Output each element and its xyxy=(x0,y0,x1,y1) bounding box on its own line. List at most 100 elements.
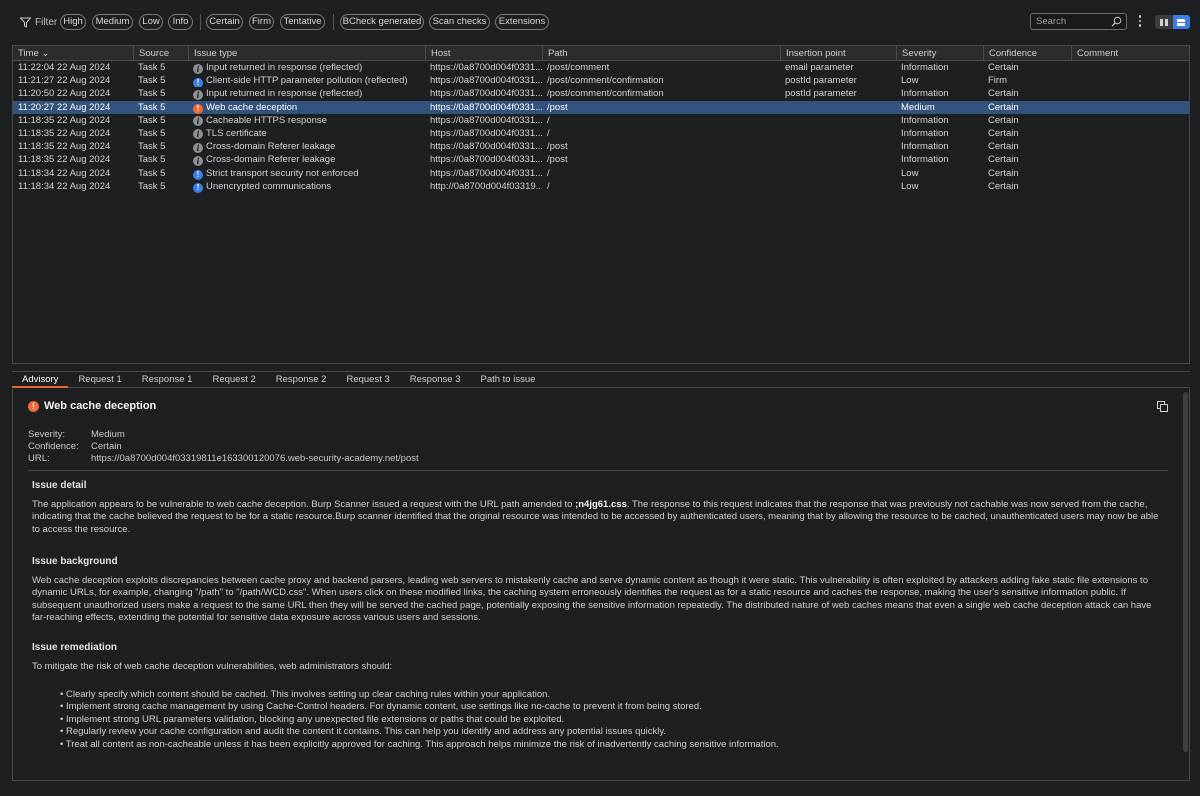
cell-comment xyxy=(1071,74,1191,87)
table-row[interactable]: 11:18:35 22 Aug 2024 Task 5 i Cross-domain … xyxy=(13,153,1189,166)
split-horizontal-icon[interactable] xyxy=(1155,15,1173,29)
advisory-title-text: Web cache deception xyxy=(44,400,157,412)
table-row[interactable]: 11:18:35 22 Aug 2024 Task 5 i Cacheable HTT… xyxy=(13,114,1189,127)
cell-confidence: Certain xyxy=(988,154,1019,166)
cell-confidence: Certain xyxy=(988,180,1019,192)
tab-path-to-issue[interactable]: Path to issue xyxy=(470,372,545,388)
cell-issue: i TLS certificate xyxy=(188,127,425,140)
table-row[interactable]: 11:18:35 22 Aug 2024 Task 5 i TLS certifica… xyxy=(13,127,1189,140)
cell-host: https://0a8700d004f0331... xyxy=(430,167,542,179)
filter-low[interactable]: Low xyxy=(139,14,163,30)
cell-time: 11:18:35 22 Aug 2024 xyxy=(18,141,111,153)
cell-comment xyxy=(1071,87,1191,100)
cell-path: / xyxy=(547,127,550,139)
cell-issue: ! Unencrypted communications xyxy=(188,180,425,193)
divider xyxy=(28,470,1168,471)
tab-request-2[interactable]: Request 2 xyxy=(202,372,265,388)
cell-source: Task 5 xyxy=(138,114,166,126)
copy-icon[interactable] xyxy=(1157,401,1168,412)
issue-detail-heading: Issue detail xyxy=(32,480,87,491)
table-row[interactable]: 11:20:50 22 Aug 2024 Task 5 i Input returne… xyxy=(13,87,1189,100)
table-row[interactable]: 11:18:34 22 Aug 2024 Task 5 ! Strict transp… xyxy=(13,167,1189,180)
tab-response-1[interactable]: Response 1 xyxy=(132,372,203,388)
cell-host: https://0a8700d004f0331... xyxy=(430,101,542,113)
info-severity-icon: i xyxy=(193,129,203,140)
table-row[interactable]: 11:20:27 22 Aug 2024 Task 5 ! Web cache dec… xyxy=(13,100,1189,114)
tab-request-3[interactable]: Request 3 xyxy=(336,372,399,388)
filter-info[interactable]: Info xyxy=(168,14,193,30)
column-header-path[interactable]: Path xyxy=(542,46,780,61)
cell-comment xyxy=(1071,180,1191,193)
tab-response-2[interactable]: Response 2 xyxy=(266,372,337,388)
filter-scan-checks[interactable]: Scan checks xyxy=(429,14,490,30)
issue-background-heading: Issue background xyxy=(32,556,118,567)
cell-path: / xyxy=(547,167,550,179)
filter-button[interactable]: Filter xyxy=(20,14,57,30)
column-header-issue-type[interactable]: Issue type xyxy=(188,46,425,61)
remediation-list: Clearly specify which content should be … xyxy=(60,689,1160,751)
filter-firm[interactable]: Firm xyxy=(249,14,274,30)
scrollbar-thumb[interactable] xyxy=(1183,392,1188,752)
cell-host: http://0a8700d004f03319... xyxy=(430,180,542,192)
cell-comment xyxy=(1071,140,1191,153)
column-header-host[interactable]: Host xyxy=(425,46,542,61)
cell-host: https://0a8700d004f0331... xyxy=(430,154,542,166)
confidence-value: Certain xyxy=(91,441,122,452)
cell-severity: Information xyxy=(901,88,949,100)
filter-bcheck-generated[interactable]: BCheck generated xyxy=(340,14,424,30)
url-value: https://0a8700d004f03319811e163300120076… xyxy=(91,453,419,464)
column-header-insertion-point[interactable]: Insertion point xyxy=(780,46,896,61)
split-vertical-icon[interactable] xyxy=(1172,15,1190,29)
column-header-comment[interactable]: Comment xyxy=(1071,46,1191,61)
filter-medium[interactable]: Medium xyxy=(92,14,133,30)
cell-confidence: Certain xyxy=(988,88,1019,100)
cell-time: 11:22:04 22 Aug 2024 xyxy=(18,62,111,73)
cell-issue: i Input returned in response (reflected) xyxy=(188,87,425,100)
cell-comment xyxy=(1071,153,1191,166)
cell-comment xyxy=(1071,61,1191,74)
tab-advisory[interactable]: Advisory xyxy=(12,372,69,388)
more-options-icon[interactable] xyxy=(1137,15,1143,29)
table-row[interactable]: 11:21:27 22 Aug 2024 Task 5 ! Client-side H… xyxy=(13,74,1191,88)
cell-insertion xyxy=(780,114,896,127)
list-item: Clearly specify which content should be … xyxy=(60,689,1160,701)
table-row[interactable]: 11:18:34 22 Aug 2024 Task 5 ! Unencrypted c… xyxy=(13,180,1189,193)
filter-extensions[interactable]: Extensions xyxy=(495,14,549,30)
cell-insertion xyxy=(780,127,896,140)
table-body: 11:22:04 22 Aug 2024 Task 5 i Input returne… xyxy=(13,61,1189,193)
table-row[interactable]: 11:22:04 22 Aug 2024 Task 5 i Input returne… xyxy=(13,61,1189,74)
cell-insertion: postId parameter xyxy=(785,88,857,100)
vertical-scrollbar[interactable] xyxy=(1182,390,1189,762)
column-header-time[interactable]: Time ⌄ xyxy=(13,46,133,61)
column-header-severity[interactable]: Severity xyxy=(896,46,983,61)
cell-host: https://0a8700d004f0331... xyxy=(430,127,542,139)
cell-severity: Information xyxy=(901,154,949,166)
filter-tentative[interactable]: Tentative xyxy=(280,14,325,30)
cell-insertion xyxy=(780,153,896,166)
list-item: Treat all content as non-cacheable unles… xyxy=(60,739,1160,751)
cell-time: 11:18:35 22 Aug 2024 xyxy=(18,127,111,139)
cell-severity: Information xyxy=(901,141,949,153)
column-header-confidence[interactable]: Confidence xyxy=(983,46,1071,61)
layout-toggle[interactable] xyxy=(1155,15,1190,29)
table-row[interactable]: 11:18:35 22 Aug 2024 Task 5 i Cross-domain … xyxy=(13,140,1189,153)
low-severity-icon: ! xyxy=(193,183,203,193)
cell-issue: ! Strict transport security not enforced xyxy=(188,167,425,180)
filter-certain[interactable]: Certain xyxy=(206,14,243,30)
cell-path: /post xyxy=(547,154,568,166)
tab-request-1[interactable]: Request 1 xyxy=(68,372,131,388)
tab-response-3[interactable]: Response 3 xyxy=(400,372,471,388)
cell-time: 11:18:34 22 Aug 2024 xyxy=(18,167,111,179)
search-input[interactable]: Search xyxy=(1030,13,1127,30)
meta-url: URL: https://0a8700d004f03319811e1633001… xyxy=(28,453,419,464)
cell-confidence: Certain xyxy=(988,167,1019,179)
cell-host: https://0a8700d004f0331... xyxy=(430,114,542,126)
cell-source: Task 5 xyxy=(138,101,166,113)
info-severity-icon: i xyxy=(193,89,203,100)
cell-source: Task 5 xyxy=(138,62,166,73)
cell-severity: Information xyxy=(901,114,949,126)
filter-toolbar: Filter High Medium Low Info Certain Firm… xyxy=(0,0,1200,44)
filter-high[interactable]: High xyxy=(60,14,86,30)
issue-remediation-intro: To mitigate the risk of web cache decept… xyxy=(32,661,393,672)
column-header-source[interactable]: Source xyxy=(133,46,188,61)
